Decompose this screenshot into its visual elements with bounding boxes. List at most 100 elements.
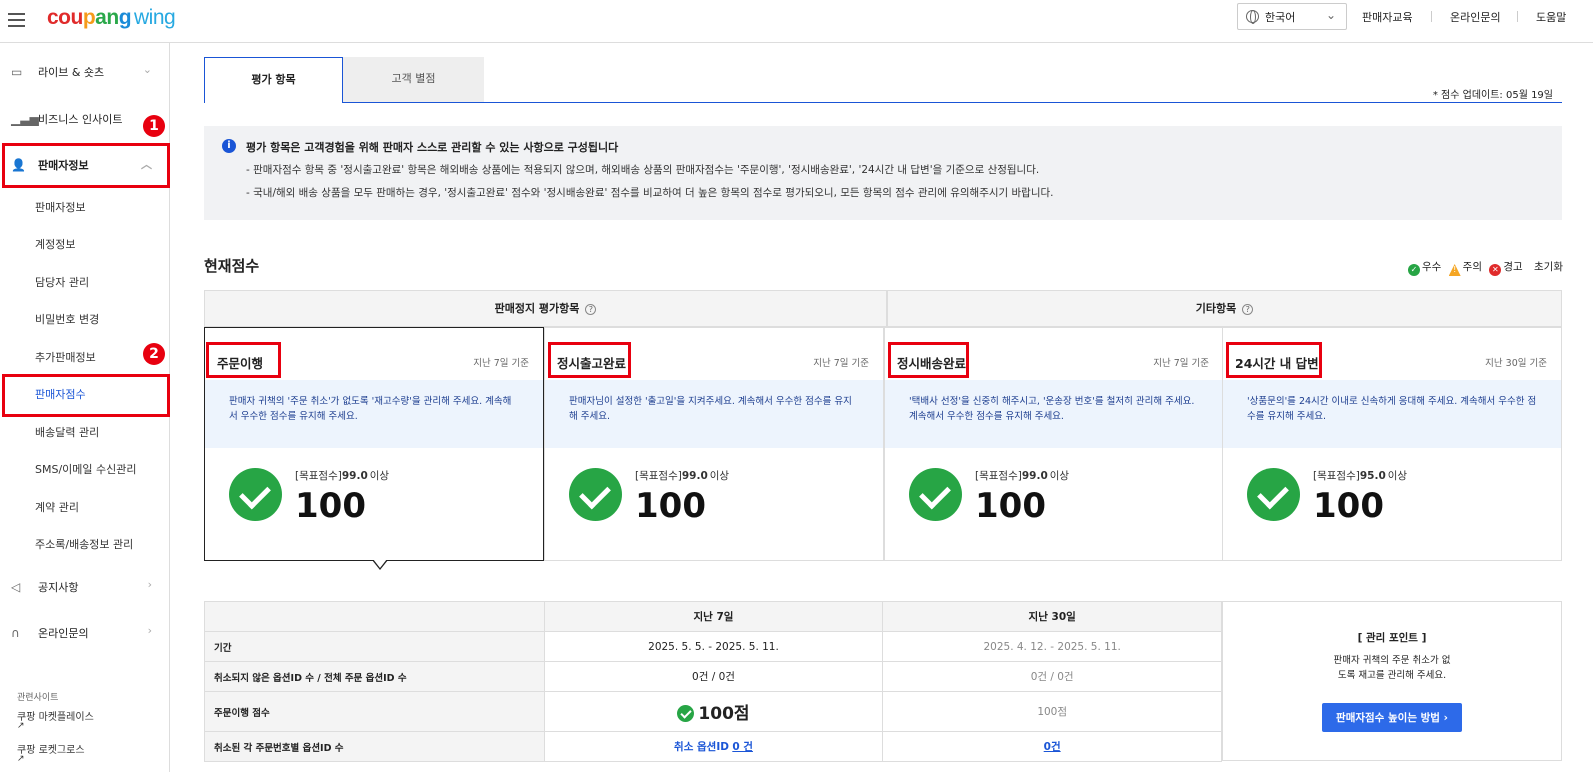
online-inquiry-link[interactable]: 온라인문의 [1450, 9, 1501, 25]
check-icon: ✓ [1408, 264, 1420, 276]
external-link-icon: ↗ [17, 754, 25, 764]
legend-caution: ! 주의 [1448, 261, 1482, 276]
sidebar-sub-seller-info[interactable]: 판매자정보 [35, 199, 86, 215]
chevron-right-icon: › [147, 624, 152, 637]
reset-button[interactable]: 초기화 [1534, 261, 1563, 273]
menu-icon[interactable] [8, 13, 25, 27]
chart-icon: ▁▃▅ [11, 112, 39, 126]
table-row: 취소된 각 주문번호별 옵션ID 수 취소 옵션ID 0 건 0건 [204, 731, 1222, 762]
card-period: 지난 7일 기준 [1153, 358, 1209, 369]
cancel-count-link[interactable]: 0 건 [732, 741, 753, 753]
table-header: 지난 7일 [543, 601, 884, 632]
sidebar-sub-extra-info[interactable]: 추가판매정보 [35, 349, 96, 365]
cancel-count-link-30d[interactable]: 0건 [1044, 741, 1061, 753]
row-label: 주문이행 점수 [204, 691, 545, 732]
language-value: 한국어 [1265, 11, 1296, 24]
language-select[interactable]: 한국어 ⌄ [1237, 3, 1347, 30]
group-header-suspension: 판매정지 평가항목? [204, 290, 887, 327]
cell-value: 2025. 5. 5. - 2025. 5. 11. [543, 631, 884, 662]
card-score: 100 [295, 486, 366, 526]
card-period: 지난 30일 기준 [1485, 358, 1547, 369]
coupang-wing-logo[interactable]: coupang wing [47, 6, 176, 30]
seller-education-link[interactable]: 판매자교육 [1362, 9, 1413, 25]
management-desc-line: 도록 재고를 관리해 주세요. [1337, 670, 1447, 681]
cell-value: 0건 [882, 731, 1222, 762]
cancel-option-label: 취소 옵션ID [674, 741, 729, 753]
card-period: 지난 7일 기준 [813, 358, 869, 369]
card-target: [목표점수]99.0 이상 [975, 470, 1070, 482]
card-score: 100 [635, 486, 706, 526]
card-target: [목표점수]99.0 이상 [295, 470, 390, 482]
step-badge-1: 1 [143, 115, 165, 137]
cell-value: 2025. 4. 12. - 2025. 5. 11. [882, 631, 1222, 662]
sidebar-sub-delivery-calendar[interactable]: 배송달력 관리 [35, 424, 99, 440]
tab-evaluation[interactable]: 평가 항목 [204, 57, 343, 103]
sidebar-item-live-shorts[interactable]: ▭ 라이브 & 숏츠 ⌄ [0, 52, 170, 92]
management-desc-line: 판매자 귀책의 주문 취소가 없 [1333, 655, 1451, 666]
external-link-icon: ↗ [17, 721, 25, 731]
cell-value: 100점 [543, 691, 884, 732]
sidebar-sub-account-info[interactable]: 계정정보 [35, 236, 75, 252]
warning-icon: ! [1448, 264, 1461, 276]
help-icon[interactable]: ? [1242, 304, 1254, 315]
current-score-title: 현재점수 [204, 257, 260, 275]
selected-card-pointer [372, 559, 388, 570]
table-row: 주문이행 점수 100점 100점 [204, 691, 1222, 732]
highlight-box [2, 374, 170, 417]
sidebar-item-label: 라이브 & 숏츠 [38, 66, 105, 79]
table-row: 기간 2025. 5. 5. - 2025. 5. 11. 2025. 4. 1… [204, 631, 1222, 662]
tab-underline [343, 102, 1562, 103]
step-badge-2: 2 [143, 343, 165, 365]
improve-score-button[interactable]: 판매자점수 높이는 방법 › [1322, 703, 1462, 732]
related-link-rocketgrowth[interactable]: 쿠팡 로켓그로스 [17, 741, 85, 756]
headset-icon: ∩ [11, 626, 20, 640]
sidebar-item-label: 온라인문의 [38, 627, 89, 640]
chevron-down-icon: ⌄ [142, 63, 152, 76]
table-header: 지난 30일 [882, 601, 1222, 632]
related-link-marketplace[interactable]: 쿠팡 마켓플레이스 [17, 708, 94, 723]
score-update-date: * 점수 업데이트: 05월 19일 [1432, 90, 1553, 101]
highlight-box [1226, 342, 1322, 378]
cell-value: 100점 [882, 691, 1222, 732]
sidebar-item-label: 비즈니스 인사이트 [38, 113, 123, 126]
sidebar-sub-address[interactable]: 주소록/배송정보 관리 [35, 536, 133, 552]
top-header: coupang wing 한국어 ⌄ 판매자교육 온라인문의 도움말 [0, 0, 1593, 43]
check-circle-icon [229, 468, 282, 521]
globe-icon [1246, 10, 1259, 24]
sidebar-sub-manager[interactable]: 담당자 관리 [35, 274, 89, 290]
card-description: '택배사 선정'을 신중히 해주시고, '운송장 번호'를 철저히 관리해 주세… [885, 380, 1223, 448]
sidebar-sub-password[interactable]: 비밀번호 변경 [35, 311, 99, 327]
chevron-right-icon: › [147, 578, 152, 591]
check-circle-icon [569, 468, 622, 521]
management-desc: 판매자 귀책의 주문 취소가 없 도록 재고를 관리해 주세요. [1223, 653, 1561, 683]
highlight-box [206, 342, 281, 378]
related-sites-title: 관련사이트 [17, 693, 59, 703]
table-row: 취소되지 않은 옵션ID 수 / 전체 주문 옵션ID 수 0건 / 0건 0건… [204, 661, 1222, 692]
button-label: 판매자점수 높이는 방법 [1336, 712, 1440, 724]
check-circle-icon [909, 468, 962, 521]
row-label: 기간 [204, 631, 545, 662]
cell-value: 취소 옵션ID 0 건 [543, 731, 884, 762]
row-label: 취소된 각 주문번호별 옵션ID 수 [204, 731, 545, 762]
score-detail-table: 지난 7일 지난 30일 기간 2025. 5. 5. - 2025. 5. 1… [204, 601, 1222, 762]
management-point-box: [ 관리 포인트 ] 판매자 귀책의 주문 취소가 없 도록 재고를 관리해 주… [1222, 601, 1562, 761]
card-score: 100 [975, 486, 1046, 526]
highlight-box [548, 342, 631, 378]
sidebar-sub-sms-email[interactable]: SMS/이메일 수신관리 [35, 461, 137, 477]
help-icon[interactable]: ? [585, 304, 597, 315]
sidebar-item-online-inquiry[interactable]: ∩ 온라인문의 › [0, 613, 170, 653]
help-link[interactable]: 도움말 [1536, 9, 1566, 25]
card-period: 지난 7일 기준 [473, 358, 529, 369]
divider [1431, 11, 1432, 22]
sidebar-sub-contract[interactable]: 계약 관리 [35, 499, 79, 515]
notice-line: - 판매자점수 항목 중 '정시출고완료' 항목은 해외배송 상품에는 적용되지… [246, 164, 1040, 176]
legend-alert: ✕ 경고 [1489, 261, 1523, 276]
chevron-down-icon: ⌄ [1325, 8, 1336, 22]
divider [1517, 11, 1518, 22]
status-legend: ✓ 우수 ! 주의 ✕ 경고 초기화 [1404, 259, 1563, 276]
sidebar-item-notice[interactable]: ◁ 공지사항 › [0, 567, 170, 607]
group-title: 기타항목 [1195, 302, 1237, 315]
card-description: 판매자 귀책의 '주문 취소'가 없도록 '재고수량'을 관리해 주세요. 계속… [205, 380, 543, 448]
tab-customer-rating[interactable]: 고객 별점 [343, 57, 484, 103]
highlight-box [2, 143, 170, 188]
